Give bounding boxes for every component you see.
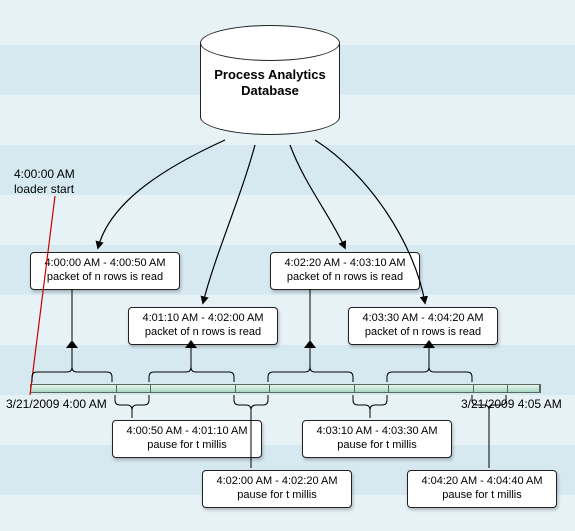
pause-box-1-desc: pause for t millis — [147, 439, 226, 451]
read-box-3: 4:02:20 AM - 4:03:10 AM packet of n rows… — [270, 252, 420, 290]
loader-start-label: 4:00:00 AM loader start — [14, 167, 75, 197]
timeline-tick — [388, 384, 389, 393]
read-box-1-time: 4:00:00 AM - 4:00:50 AM — [44, 257, 165, 269]
timeline-tick — [473, 384, 474, 393]
read-box-3-time: 4:02:20 AM - 4:03:10 AM — [284, 257, 405, 269]
pause-box-4-time: 4:04:20 AM - 4:04:40 AM — [421, 475, 542, 487]
pause-box-4: 4:04:20 AM - 4:04:40 AM pause for t mill… — [407, 470, 557, 508]
timeline-tick — [150, 384, 151, 393]
db-title: Process Analytics Database — [200, 67, 340, 98]
timeline-tick — [235, 384, 236, 393]
pause-box-2: 4:02:00 AM - 4:02:20 AM pause for t mill… — [202, 470, 352, 508]
pause-box-4-desc: pause for t millis — [442, 489, 521, 501]
timeline-tick — [507, 384, 508, 393]
timeline-tick — [116, 384, 117, 393]
pause-box-2-time: 4:02:00 AM - 4:02:20 AM — [216, 475, 337, 487]
pause-box-3-desc: pause for t millis — [337, 439, 416, 451]
read-box-4-time: 4:03:30 AM - 4:04:20 AM — [362, 312, 483, 324]
timeline-start-label: 3/21/2009 4:00 AM — [6, 397, 107, 411]
pause-box-3: 4:03:10 AM - 4:03:30 AM pause for t mill… — [302, 420, 452, 458]
bg-stripe — [0, 195, 575, 245]
read-box-4: 4:03:30 AM - 4:04:20 AM packet of n rows… — [348, 307, 498, 345]
read-box-2: 4:01:10 AM - 4:02:00 AM packet of n rows… — [128, 307, 278, 345]
read-box-3-desc: packet of n rows is read — [287, 271, 403, 283]
database-cylinder: Process Analytics Database — [200, 25, 340, 135]
timeline-tick — [269, 384, 270, 393]
read-box-2-time: 4:01:10 AM - 4:02:00 AM — [142, 312, 263, 324]
db-top-ellipse — [200, 25, 340, 61]
read-box-2-desc: packet of n rows is read — [145, 326, 261, 338]
timeline-end-label: 3/21/2009 4:05 AM — [461, 397, 562, 411]
pause-box-1-time: 4:00:50 AM - 4:01:10 AM — [126, 425, 247, 437]
pause-box-1: 4:00:50 AM - 4:01:10 AM pause for t mill… — [112, 420, 262, 458]
read-box-1-desc: packet of n rows is read — [47, 271, 163, 283]
pause-box-3-time: 4:03:10 AM - 4:03:30 AM — [316, 425, 437, 437]
timeline-tick — [354, 384, 355, 393]
read-box-1: 4:00:00 AM - 4:00:50 AM packet of n rows… — [30, 252, 180, 290]
pause-box-2-desc: pause for t millis — [237, 489, 316, 501]
loader-start-time: 4:00:00 AM — [14, 167, 75, 181]
timeline-tick — [540, 384, 541, 393]
read-box-4-desc: packet of n rows is read — [365, 326, 481, 338]
db-title-line2: Database — [241, 83, 299, 98]
loader-start-text: loader start — [14, 182, 74, 196]
db-title-line1: Process Analytics — [214, 67, 326, 82]
timeline-bar — [30, 384, 540, 393]
